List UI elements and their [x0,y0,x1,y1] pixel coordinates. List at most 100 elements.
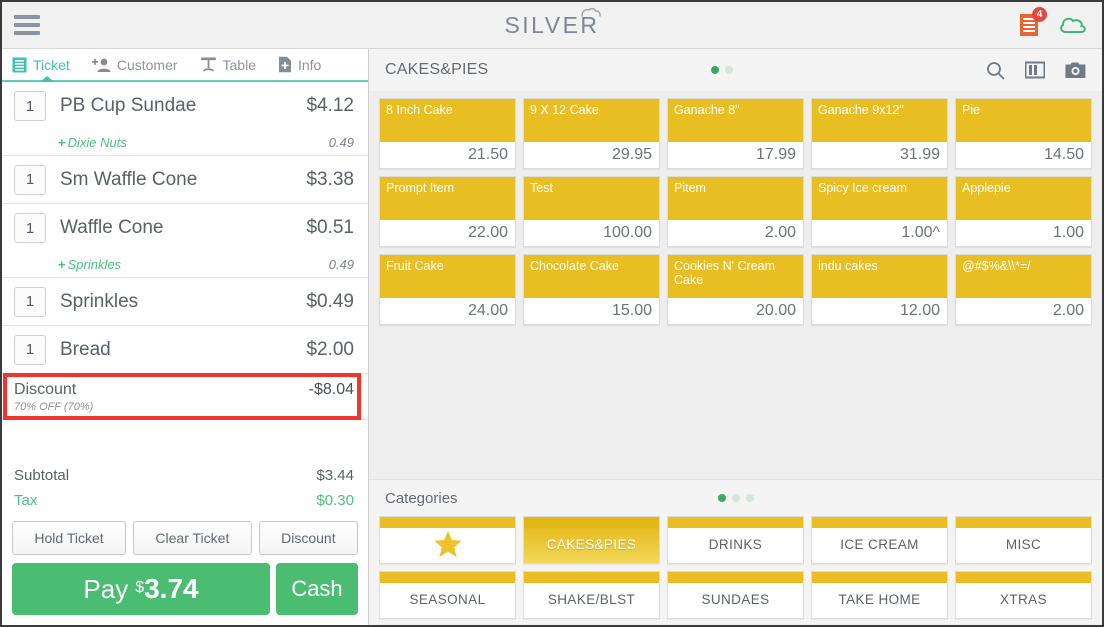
search-icon [987,61,1005,79]
tax-label: Tax [14,492,38,509]
line-item-quantity[interactable]: 1 [14,213,46,243]
product-tile[interactable]: Fruit Cake 24.00 [379,254,516,325]
product-tile[interactable]: indu cakes 12.00 [811,254,948,325]
line-item-name: Waffle Cone [60,217,164,238]
product-name: Test [524,177,659,220]
product-grid: 8 Inch Cake 21.50 9 X 12 Cake 29.95 Gana… [369,91,1102,325]
line-item-quantity[interactable]: 1 [14,91,46,121]
product-tile[interactable]: Applepie 1.00 [955,176,1092,247]
line-item-price: $2.00 [306,338,354,360]
ticket-action-buttons: Hold Ticket Clear Ticket Discount [2,513,368,559]
product-price: 2.00 [956,298,1091,324]
clear-ticket-button[interactable]: Clear Ticket [133,521,252,555]
category-tile-shake-blst[interactable]: SHAKE/BLST [523,571,660,619]
product-price: 1.00 [956,220,1091,246]
product-tile[interactable]: Ganache 9x12" 31.99 [811,98,948,169]
category-tile-ice-cream[interactable]: ICE CREAM [811,516,948,564]
product-price: 20.00 [668,298,803,324]
ticket-items-list[interactable]: 1 PB Cup Sundae $4.12 + Dixie Nuts 0.49 1… [2,82,368,463]
tab-table-label: Table [222,56,256,73]
product-price: 14.50 [956,142,1091,168]
product-tile[interactable]: @#$%&\\*=/ 2.00 [955,254,1092,325]
tab-ticket[interactable]: Ticket [12,49,70,82]
page-dot[interactable] [717,494,726,502]
category-label: DRINKS [708,537,763,552]
product-tile[interactable]: Spicy Ice cream 1.00^ [811,176,948,247]
product-price: 12.00 [812,298,947,324]
line-item-modifier[interactable]: + Sprinkles 0.49 [2,252,368,278]
layout-columns-icon [1024,61,1046,79]
plus-icon: + [58,257,66,272]
receipt-icon [12,57,27,72]
product-tile[interactable]: Ganache 8" 17.99 [667,98,804,169]
line-item-modifier[interactable]: + Dixie Nuts 0.49 [2,130,368,156]
hamburger-menu-icon[interactable] [14,15,40,35]
subtotal-row: Subtotal $3.44 [14,463,354,488]
product-price: 21.50 [380,142,515,168]
discount-row[interactable]: Discount -$8.04 70% OFF (70%) [2,373,368,420]
category-tile-misc[interactable]: MISC [955,516,1092,564]
product-tile[interactable]: Pie 14.50 [955,98,1092,169]
category-tile-cakes-pies[interactable]: CAKES&PIES [523,516,660,564]
tab-table[interactable]: Table [200,49,256,80]
category-label: TAKE HOME [838,592,921,607]
category-tile-favorites[interactable] [379,516,516,564]
tab-info-label: Info [297,56,322,73]
ticket-line-item[interactable]: 1 Sm Waffle Cone $3.38 [2,156,368,204]
category-label: ICE CREAM [840,537,919,552]
product-tile[interactable]: 9 X 12 Cake 29.95 [523,98,660,169]
category-label: SUNDAES [701,592,770,607]
page-dot[interactable] [710,66,719,74]
page-dot[interactable] [731,494,740,502]
camera-button[interactable] [1065,61,1086,79]
category-tile-xtras[interactable]: XTRAS [955,571,1092,619]
discount-sublabel: 70% OFF (70%) [14,400,94,413]
tax-value: $0.30 [316,492,354,509]
product-tile[interactable]: Chocolate Cake 15.00 [523,254,660,325]
product-tile[interactable]: Prompt Item 22.00 [379,176,516,247]
search-button[interactable] [986,61,1005,80]
layout-toggle-button[interactable] [1024,61,1046,79]
product-tile[interactable]: 8 Inch Cake 21.50 [379,98,516,169]
category-tile-take-home[interactable]: TAKE HOME [811,571,948,619]
products-panel: CAKES&PIES 8 Inch Cake 21.50 9 X 12 Cake… [369,49,1102,625]
page-dot[interactable] [745,494,754,502]
line-item-quantity[interactable]: 1 [14,164,46,195]
category-label: SEASONAL [409,592,486,607]
ticket-line-item[interactable]: 1 Waffle Cone $0.51 [2,204,368,252]
ticket-tabs: Ticket Customer Table Info [2,49,368,82]
modifier-price: 0.49 [328,257,354,272]
current-category-title: CAKES&PIES [385,61,489,78]
pay-button[interactable]: Pay $3.74 [12,563,270,615]
camera-icon [1065,62,1086,78]
discount-button[interactable]: Discount [258,521,358,555]
ticket-line-item[interactable]: 1 PB Cup Sundae $4.12 [2,82,368,130]
product-tile[interactable]: Pitem 2.00 [667,176,804,247]
open-tickets-button[interactable]: 4 [1018,7,1047,37]
tab-customer[interactable]: Customer [91,49,178,80]
line-item-name: Sprinkles [60,290,139,312]
ticket-line-item[interactable]: 1 Bread $2.00 [2,326,368,374]
hold-ticket-button[interactable]: Hold Ticket [12,521,127,555]
line-item-price: $3.38 [306,168,354,190]
discount-label: Discount [14,380,77,398]
product-tile[interactable]: Test 100.00 [523,176,660,247]
page-dot[interactable] [724,66,733,74]
payment-buttons: Pay $3.74 Cash [2,559,368,625]
product-price: 17.99 [668,142,803,168]
category-tile-sundaes[interactable]: SUNDAES [667,571,804,619]
brand-name: SILVER [504,11,600,38]
product-tile[interactable]: Cookies N' Cream Cake 20.00 [667,254,804,325]
ticket-line-item[interactable]: 1 Sprinkles $0.49 [2,278,368,326]
line-item-quantity[interactable]: 1 [14,286,46,317]
tab-info[interactable]: Info [278,49,321,80]
cloud-sync-button[interactable] [1058,14,1088,36]
category-tile-seasonal[interactable]: SEASONAL [379,571,516,619]
plus-icon: + [58,135,66,150]
line-item-quantity[interactable]: 1 [14,334,46,365]
product-name: @#$%&\\*=/ [956,255,1091,298]
cash-button[interactable]: Cash [276,563,358,615]
line-item-price: $4.12 [306,95,354,116]
product-name: Cookies N' Cream Cake [668,255,803,298]
category-tile-drinks[interactable]: DRINKS [667,516,804,564]
